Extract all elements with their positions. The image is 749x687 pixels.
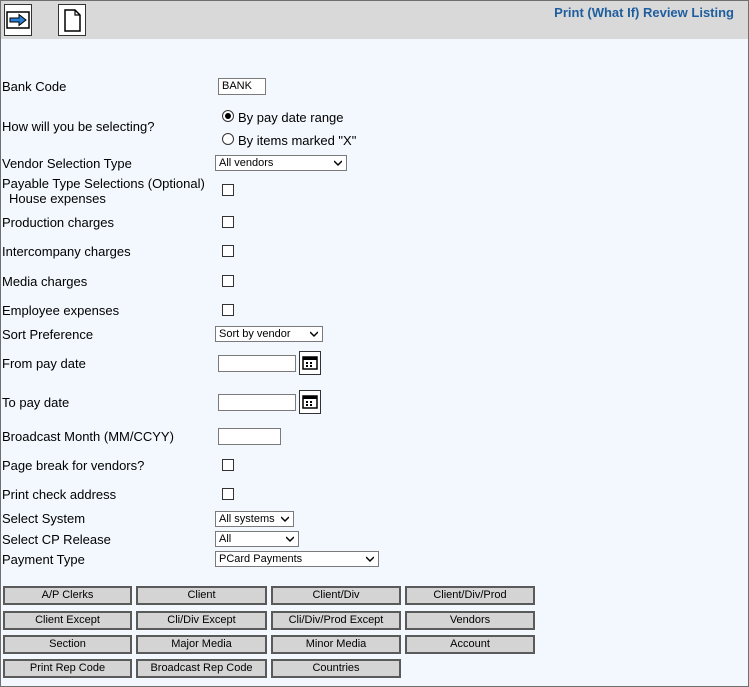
- broadcast-month-label: Broadcast Month (MM/CCYY): [2, 429, 174, 444]
- client-div-prod-button[interactable]: Client/Div/Prod: [405, 586, 535, 605]
- house-expenses-label: House expenses: [9, 191, 106, 206]
- sort-preference-select[interactable]: Sort by vendor: [215, 326, 323, 342]
- select-system-select[interactable]: All systems: [215, 511, 294, 527]
- page-title: Print (What If) Review Listing: [554, 5, 734, 20]
- select-system-value: All systems: [219, 513, 275, 525]
- media-charges-checkbox[interactable]: [222, 275, 234, 287]
- chevron-down-icon: [310, 331, 318, 338]
- calendar-icon[interactable]: [299, 390, 321, 414]
- chevron-down-icon: [286, 536, 294, 543]
- radio-items-marked-x-label: By items marked "X": [238, 133, 357, 148]
- sort-preference-label: Sort Preference: [2, 327, 94, 342]
- broadcast-rep-code-button[interactable]: Broadcast Rep Code: [136, 659, 267, 678]
- select-cp-release-value: All: [219, 533, 232, 545]
- account-button[interactable]: Account: [405, 635, 535, 654]
- to-pay-date-input[interactable]: [218, 394, 296, 411]
- page-break-label: Page break for vendors?: [2, 458, 145, 473]
- bank-code-input[interactable]: BANK: [218, 78, 266, 95]
- to-pay-date-label: To pay date: [2, 395, 70, 410]
- employee-expenses-checkbox[interactable]: [222, 304, 234, 316]
- payment-type-value: PCard Payments: [219, 553, 303, 565]
- document-icon[interactable]: [58, 4, 86, 36]
- payment-type-label: Payment Type: [2, 552, 85, 567]
- client-button[interactable]: Client: [136, 586, 267, 605]
- cli-div-except-button[interactable]: Cli/Div Except: [136, 611, 267, 630]
- countries-button[interactable]: Countries: [271, 659, 401, 678]
- media-charges-label: Media charges: [2, 274, 88, 289]
- chevron-down-icon: [334, 160, 342, 167]
- minor-media-button[interactable]: Minor Media: [271, 635, 401, 654]
- intercompany-charges-label: Intercompany charges: [2, 244, 131, 259]
- employee-expenses-label: Employee expenses: [2, 303, 120, 318]
- vendors-button[interactable]: Vendors: [405, 611, 535, 630]
- arrow-right-icon[interactable]: [4, 4, 32, 36]
- print-check-address-checkbox[interactable]: [222, 488, 234, 500]
- from-pay-date-input[interactable]: [218, 355, 296, 372]
- select-cp-release-label: Select CP Release: [2, 532, 111, 547]
- chevron-down-icon: [281, 516, 289, 523]
- intercompany-charges-checkbox[interactable]: [222, 245, 234, 257]
- production-charges-checkbox[interactable]: [222, 216, 234, 228]
- calendar-icon[interactable]: [299, 351, 321, 375]
- payable-type-label: Payable Type Selections (Optional): [2, 176, 205, 191]
- select-cp-release-select[interactable]: All: [215, 531, 299, 547]
- vendor-selection-select[interactable]: All vendors: [215, 155, 347, 171]
- vendor-selection-label: Vendor Selection Type: [2, 156, 132, 171]
- client-except-button[interactable]: Client Except: [3, 611, 132, 630]
- chevron-down-icon: [366, 556, 374, 563]
- select-system-label: Select System: [2, 511, 86, 526]
- house-expenses-checkbox[interactable]: [222, 184, 234, 196]
- client-div-button[interactable]: Client/Div: [271, 586, 401, 605]
- page-break-checkbox[interactable]: [222, 459, 234, 471]
- toolbar: Print (What If) Review Listing: [1, 1, 748, 39]
- major-media-button[interactable]: Major Media: [136, 635, 267, 654]
- print-check-address-label: Print check address: [2, 487, 117, 502]
- section-button[interactable]: Section: [3, 635, 132, 654]
- radio-pay-date-range[interactable]: [222, 110, 234, 122]
- selecting-label: How will you be selecting?: [2, 119, 155, 134]
- vendor-selection-value: All vendors: [219, 157, 274, 169]
- ap-clerks-button[interactable]: A/P Clerks: [3, 586, 132, 605]
- window-frame: [0, 0, 749, 687]
- broadcast-month-input[interactable]: [218, 428, 281, 445]
- from-pay-date-label: From pay date: [2, 356, 86, 371]
- print-rep-code-button[interactable]: Print Rep Code: [3, 659, 132, 678]
- bank-code-label: Bank Code: [2, 79, 67, 94]
- production-charges-label: Production charges: [2, 215, 115, 230]
- radio-pay-date-range-label: By pay date range: [238, 110, 344, 125]
- payment-type-select[interactable]: PCard Payments: [215, 551, 379, 567]
- sort-preference-value: Sort by vendor: [219, 328, 291, 340]
- cli-div-prod-except-button[interactable]: Cli/Div/Prod Except: [271, 611, 401, 630]
- radio-items-marked-x[interactable]: [222, 133, 234, 145]
